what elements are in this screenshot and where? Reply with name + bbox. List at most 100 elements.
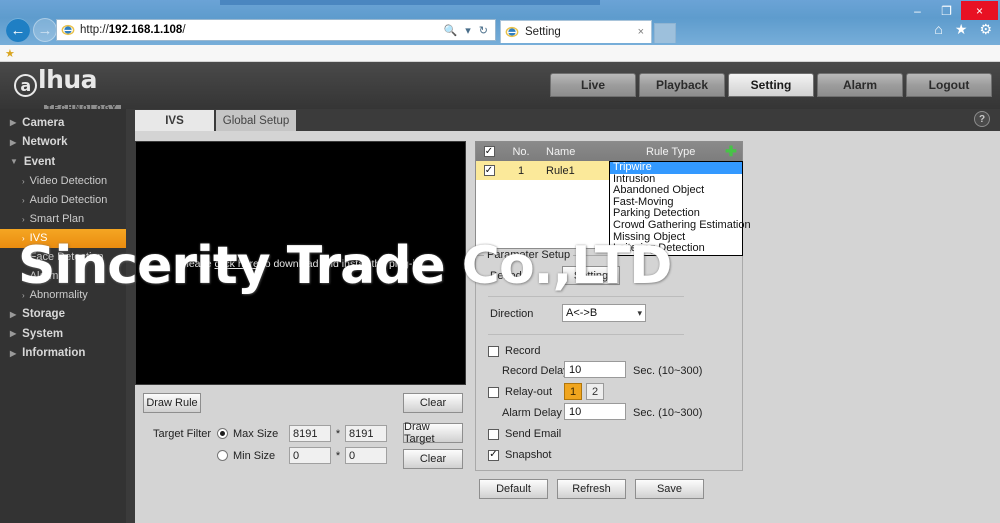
tab-close-icon[interactable]: × <box>635 26 647 38</box>
relay-out-button-2[interactable]: 2 <box>586 383 604 400</box>
settings-panel: Please click here to download and instal… <box>135 131 1000 523</box>
sidebar-item-face-detection[interactable]: › Face Detection <box>0 248 126 267</box>
close-icon[interactable]: × <box>961 1 998 20</box>
dropdown-option-crowd-gathering-estimation[interactable]: Crowd Gathering Estimation <box>610 219 751 232</box>
send-email-checkbox[interactable] <box>488 428 499 440</box>
sidebar-item-event[interactable]: ▼ Event <box>0 152 126 172</box>
sidebar-item-label: Event <box>23 155 56 168</box>
row-checkbox[interactable]: ✓ <box>483 165 495 176</box>
address-bar[interactable]: http://192.168.1.108/ 🔍 ▾ ↻ <box>56 19 496 41</box>
default-button[interactable]: Default <box>479 479 548 499</box>
record-checkbox[interactable] <box>488 345 499 357</box>
relay-out-button-1[interactable]: 1 <box>564 383 582 400</box>
draw-rule-button[interactable]: Draw Rule <box>143 393 201 413</box>
sidebar-item-audio-detection[interactable]: › Audio Detection <box>0 191 126 210</box>
max-size-radio[interactable] <box>217 428 228 439</box>
nav-setting[interactable]: Setting <box>728 73 814 97</box>
address-text: http://192.168.1.108/ <box>80 24 440 36</box>
home-icon[interactable]: ⌂ <box>934 22 942 36</box>
plugin-msg-prefix: Please <box>179 258 215 270</box>
direction-select[interactable]: A<->B ▾ <box>562 304 646 322</box>
refresh-icon[interactable]: ↻ <box>475 24 492 37</box>
web-page: alhua TECHNOLOGY Live Playback Setting A… <box>0 62 1000 523</box>
help-icon[interactable]: ? <box>974 111 990 127</box>
relay-out-label: Relay-out <box>505 386 553 398</box>
rule-table-header: ✓ No. Name Rule Type ✚ <box>476 142 742 161</box>
browser-tab[interactable]: Setting × <box>500 20 652 43</box>
select-all-checkbox[interactable]: ✓ <box>483 146 495 157</box>
send-email-row[interactable]: Send Email <box>488 428 561 440</box>
sidebar-item-storage[interactable]: ▶ Storage <box>0 305 126 325</box>
video-preview[interactable]: Please click here to download and instal… <box>135 141 466 385</box>
tab-global-setup[interactable]: Global Setup <box>216 110 296 131</box>
min-height-input[interactable]: 0 <box>345 447 387 464</box>
send-email-label: Send Email <box>505 428 562 440</box>
dropdown-option-loitering-detection[interactable]: Loitering Detection <box>610 243 742 255</box>
window-controls: – ❐ × <box>903 1 998 21</box>
select-all-cell[interactable]: ✓ <box>476 146 502 157</box>
chevron-right-icon: › <box>22 290 25 300</box>
relay-out-row[interactable]: Relay-out <box>488 386 552 398</box>
nav-playback[interactable]: Playback <box>639 73 725 97</box>
period-label: Period <box>490 270 522 282</box>
sidebar: ▶ Camera ▶ Network ▼ Event › Video Detec… <box>0 109 126 523</box>
nav-alarm[interactable]: Alarm <box>817 73 903 97</box>
alarm-delay-input[interactable]: 10 <box>564 403 626 420</box>
save-button[interactable]: Save <box>635 479 704 499</box>
sidebar-item-system[interactable]: ▶ System <box>0 324 126 344</box>
forward-icon[interactable]: → <box>33 18 57 42</box>
back-icon[interactable]: ← <box>6 18 30 42</box>
row-select-cell[interactable]: ✓ <box>476 165 502 176</box>
chevron-right-icon: ▶ <box>10 348 17 358</box>
snapshot-row[interactable]: ✓ Snapshot <box>488 449 551 461</box>
favorites-icon[interactable]: ★ <box>955 22 968 36</box>
add-rule-icon[interactable]: ✚ <box>720 143 742 160</box>
max-height-input[interactable]: 8191 <box>345 425 387 442</box>
sidebar-item-information[interactable]: ▶ Information <box>0 344 126 364</box>
sidebar-item-label: Video Detection <box>29 175 108 187</box>
draw-target-button[interactable]: Draw Target <box>403 421 463 445</box>
logo-mark: a <box>14 74 37 97</box>
sidebar-item-abnormality[interactable]: › Abnormality <box>0 286 126 305</box>
add-favorite-icon[interactable]: ★ <box>5 47 15 60</box>
sidebar-item-label: Face Detection <box>29 251 104 263</box>
browser-navigation: ← → <box>6 18 57 42</box>
relay-out-buttons: 1 2 <box>564 383 604 400</box>
sidebar-item-video-detection[interactable]: › Video Detection <box>0 172 126 191</box>
search-icon[interactable]: 🔍 <box>440 24 462 37</box>
chevron-down-icon[interactable]: ▾ <box>461 24 475 37</box>
min-width-input[interactable]: 0 <box>289 447 331 464</box>
url-protocol: http:// <box>80 24 109 36</box>
gear-icon[interactable]: ⚙ <box>979 22 992 36</box>
tab-ivs[interactable]: IVS <box>135 110 214 131</box>
rule-type-dropdown-list[interactable]: Tripwire Intrusion Abandoned Object Fast… <box>609 161 751 256</box>
plugin-install-link[interactable]: click here <box>215 258 259 270</box>
dropdown-option-tripwire[interactable]: Tripwire <box>610 161 742 174</box>
maximize-icon[interactable]: ❐ <box>932 1 961 20</box>
new-tab-button[interactable] <box>654 23 676 43</box>
sidebar-item-camera[interactable]: ▶ Camera <box>0 113 126 133</box>
favorites-bar: ★ <box>0 45 1000 62</box>
minimize-icon[interactable]: – <box>903 1 932 20</box>
chevron-right-icon: › <box>22 252 25 262</box>
sidebar-item-ivs[interactable]: › IVS <box>0 228 126 248</box>
column-header-no: No. <box>512 145 530 158</box>
snapshot-checkbox[interactable]: ✓ <box>488 449 499 461</box>
period-setting-button[interactable]: Setting <box>562 266 620 285</box>
clear-rule-button[interactable]: Clear <box>403 393 463 413</box>
relay-out-checkbox[interactable] <box>488 386 499 398</box>
record-row[interactable]: Record <box>488 345 540 357</box>
nav-logout[interactable]: Logout <box>906 73 992 97</box>
record-delay-input[interactable]: 10 <box>564 361 626 378</box>
sidebar-item-network[interactable]: ▶ Network <box>0 133 126 153</box>
sidebar-item-alarm[interactable]: › Alarm <box>0 267 126 286</box>
sidebar-item-smart-plan[interactable]: › Smart Plan <box>0 210 126 229</box>
min-size-radio[interactable] <box>217 450 228 461</box>
content-area: IVS Global Setup ? Please click here to … <box>126 109 1000 523</box>
target-filter-label: Target Filter <box>153 428 212 440</box>
row-name[interactable]: Rule1 <box>540 165 618 177</box>
clear-target-button[interactable]: Clear <box>403 449 463 469</box>
refresh-button[interactable]: Refresh <box>557 479 626 499</box>
max-width-input[interactable]: 8191 <box>289 425 331 442</box>
nav-live[interactable]: Live <box>550 73 636 97</box>
